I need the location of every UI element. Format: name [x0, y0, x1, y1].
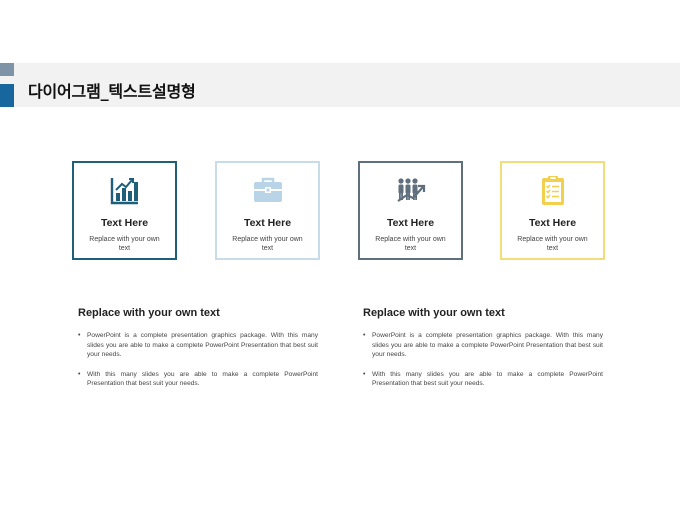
list-item: • With this many slides you are able to m… [363, 370, 603, 389]
text-section-left: Replace with your own text • PowerPoint i… [78, 307, 318, 399]
section-title: Replace with your own text [78, 307, 220, 319]
bullet-icon: • [78, 370, 81, 378]
title-accent-bottom [0, 84, 14, 107]
list-item: • PowerPoint is a complete presentation g… [363, 331, 603, 360]
card-3: Text Here Replace with your own text [358, 161, 463, 260]
bullet-icon: • [363, 332, 366, 339]
bullet-text: With this many slides you are able to ma… [87, 370, 318, 388]
bullet-text: PowerPoint is a complete presentation gr… [87, 332, 318, 359]
clipboard-checklist-icon [537, 174, 569, 206]
card-text: Replace with your own text [232, 236, 303, 252]
bullet-list: • PowerPoint is a complete presentation g… [78, 331, 318, 389]
card-text: Replace with your own text [517, 236, 588, 252]
section-title: Replace with your own text [363, 307, 505, 319]
card-2: Text Here Replace with your own text [215, 161, 320, 260]
briefcase-icon [252, 174, 284, 206]
bullet-text: With this many slides you are able to ma… [372, 370, 603, 388]
list-item: • PowerPoint is a complete presentation g… [78, 331, 318, 360]
title-accent-top [0, 63, 14, 76]
text-section-right: Replace with your own text • PowerPoint i… [363, 307, 603, 399]
card-text: Replace with your own text [89, 236, 160, 252]
team-growth-icon [395, 174, 427, 206]
card-title: Text Here [386, 217, 435, 229]
list-item: • With this many slides you are able to m… [78, 370, 318, 389]
card-text: Replace with your own text [375, 236, 446, 252]
card-1: Text Here Replace with your own text [72, 161, 177, 260]
bar-chart-icon [109, 174, 141, 206]
card-title: Text Here [528, 217, 577, 229]
card-4: Text Here Replace with your own text [500, 161, 605, 260]
card-title: Text Here [100, 217, 149, 229]
bullet-text: PowerPoint is a complete presentation gr… [372, 332, 603, 359]
card-title: Text Here [243, 217, 292, 229]
bullet-list: • PowerPoint is a complete presentation g… [363, 331, 603, 389]
bullet-icon: • [78, 332, 81, 339]
bullet-icon: • [363, 370, 366, 378]
page-title: 다이어그램_텍스트설명형 [28, 82, 196, 101]
